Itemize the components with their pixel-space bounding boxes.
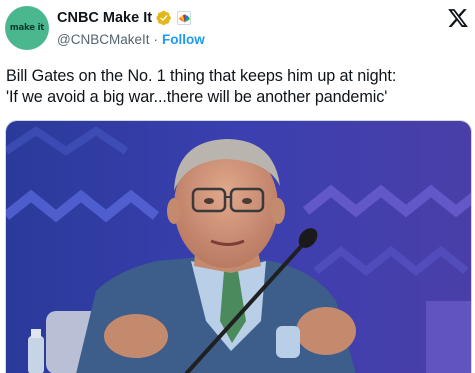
handle[interactable]: @CNBCMakeIt xyxy=(57,32,149,47)
tweet-photo[interactable] xyxy=(5,120,472,373)
affiliate-badge-icon[interactable] xyxy=(177,11,192,25)
tweet-header: make it CNBC Make It @CNBCMakeIt · Follo… xyxy=(0,0,475,56)
handle-row: @CNBCMakeIt · Follow xyxy=(57,32,205,47)
tweet-text-line-1: Bill Gates on the No. 1 thing that keeps… xyxy=(6,67,397,85)
display-name[interactable]: CNBC Make It xyxy=(57,10,152,26)
verified-badge-icon[interactable] xyxy=(156,10,172,26)
photo-illustration xyxy=(6,121,471,373)
tweet-text-line-2: 'If we avoid a big war...there will be a… xyxy=(6,88,388,106)
avatar[interactable]: make it xyxy=(5,6,49,50)
separator-dot: · xyxy=(153,32,158,47)
avatar-logo: make it xyxy=(9,23,45,33)
follow-button[interactable]: Follow xyxy=(162,32,205,47)
tweet-text: Bill Gates on the No. 1 thing that keeps… xyxy=(6,66,472,108)
name-row: CNBC Make It xyxy=(57,9,192,27)
peacock-icon xyxy=(178,13,190,22)
x-logo-icon[interactable] xyxy=(447,7,469,29)
